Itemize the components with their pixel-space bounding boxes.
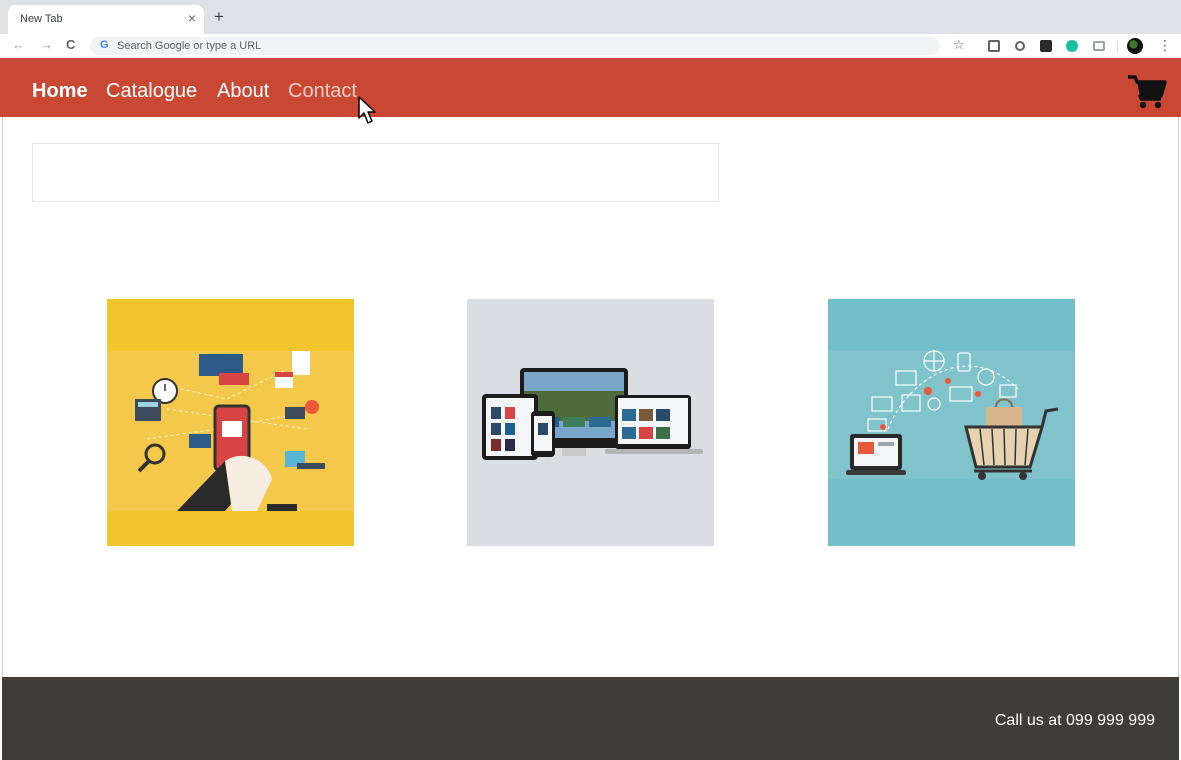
toolbar-divider <box>1117 40 1118 53</box>
address-bar-placeholder: Search Google or type a URL <box>117 40 262 52</box>
browser-window: New Tab × + ← → C G Search Google or typ… <box>0 0 1181 760</box>
card-responsive-devices[interactable] <box>467 299 714 546</box>
screen-extension-icon[interactable] <box>1040 40 1052 52</box>
forward-arrow-icon[interactable]: → <box>40 38 53 52</box>
mobile-commerce-illustration <box>107 299 354 546</box>
close-icon[interactable]: × <box>188 11 196 25</box>
tab-strip: New Tab × + <box>0 0 1181 34</box>
nav-home[interactable]: Home <box>32 80 88 102</box>
bookmark-star-icon[interactable]: ☆ <box>953 38 965 52</box>
card-online-shopping[interactable] <box>828 299 1075 546</box>
page-left-border <box>2 117 3 677</box>
browser-toolbar: ← → C G Search Google or type a URL ☆ ⋮ <box>0 34 1181 58</box>
browser-tab[interactable]: New Tab × <box>8 5 204 34</box>
nav-about[interactable]: About <box>217 80 269 102</box>
more-menu-icon[interactable]: ⋮ <box>1158 37 1172 53</box>
back-arrow-icon[interactable]: ← <box>12 38 25 52</box>
shopping-cart-icon[interactable] <box>1127 74 1167 110</box>
nav-contact[interactable]: Contact <box>288 80 357 102</box>
online-shopping-illustration <box>828 299 1075 546</box>
new-tab-button[interactable]: + <box>214 8 224 25</box>
page-right-border <box>1178 117 1179 677</box>
camera-extension-icon[interactable] <box>1093 41 1105 51</box>
pocket-extension-icon[interactable] <box>988 40 1000 52</box>
profile-avatar[interactable] <box>1127 38 1143 54</box>
content-box[interactable] <box>32 143 719 202</box>
responsive-devices-illustration <box>467 299 714 546</box>
tab-title: New Tab <box>20 13 63 25</box>
circle-extension-icon[interactable] <box>1015 41 1025 51</box>
footer-contact-text: Call us at 099 999 999 <box>994 712 1155 729</box>
site-header: Home Catalogue About Contact <box>0 58 1181 117</box>
card-mobile-commerce[interactable] <box>107 299 354 546</box>
nav-catalogue[interactable]: Catalogue <box>106 80 197 102</box>
address-bar[interactable]: G Search Google or type a URL <box>90 37 940 55</box>
site-footer: Call us at 099 999 999 <box>2 677 1179 760</box>
reload-icon[interactable]: C <box>66 38 75 52</box>
google-icon: G <box>100 39 109 51</box>
grammarly-extension-icon[interactable] <box>1066 40 1078 52</box>
